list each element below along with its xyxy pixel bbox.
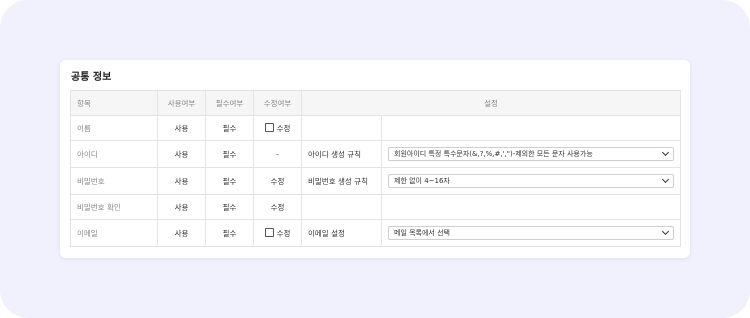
required-value: 필수 [205,194,254,220]
checkbox-unchecked-icon[interactable] [264,227,274,237]
item-label: 비밀번호 [70,167,158,195]
section-title: 공통 정보 [71,72,112,83]
required-value: 필수 [205,115,254,141]
header-item: 항목 [70,90,158,116]
header-required: 필수여부 [205,90,254,116]
edit-value: 수정 [253,194,302,220]
setting-label: 이메일 설정 [301,219,382,247]
required-value: 필수 [205,219,254,247]
edit-checkbox-label: 수정 [276,228,291,238]
password-rule-select-value: 제한 없이 4~16자 [394,177,450,185]
setting-label [301,194,382,220]
checkbox-unchecked-icon[interactable] [264,122,274,132]
email-setting-select[interactable]: 메일 목록에서 선택 [388,226,674,240]
edit-checkbox-label: 수정 [276,123,291,133]
edit-value: 수정 [253,167,302,195]
header-setting: 설정 [301,90,681,116]
use-value: 사용 [157,115,206,141]
setting-cell: 회원아이디 특정 특수문자(&,?,%,#,',")-제외한 모든 문자 사용가… [381,140,681,168]
chevron-down-icon [661,148,670,157]
item-label: 이메일 [70,219,158,247]
item-label: 비밀번호 확인 [70,194,158,220]
chevron-down-icon [661,175,670,184]
setting-cell: 메일 목록에서 선택 [381,219,681,247]
setting-value [381,115,681,141]
table-header-row: 항목 사용여부 필수여부 수정여부 설정 [70,90,681,116]
setting-value [381,194,681,220]
use-value: 사용 [157,194,206,220]
setting-cell: 제한 없이 4~16자 [381,167,681,195]
setting-label: 아이디 생성 규칙 [301,140,382,168]
common-info-table: 항목 사용여부 필수여부 수정여부 설정 이름 사용 필수 수정 아이디 사용 … [70,90,681,247]
item-label: 이름 [70,115,158,141]
setting-label [301,115,382,141]
page-background: 공통 정보 항목 사용여부 필수여부 수정여부 설정 이름 사용 필수 수정 아… [0,0,750,318]
use-value: 사용 [157,140,206,168]
use-value: 사용 [157,167,206,195]
edit-value: - [253,140,302,168]
edit-checkbox-cell[interactable]: 수정 [253,219,302,247]
table-row-password: 비밀번호 사용 필수 수정 비밀번호 생성 규칙 제한 없이 4~16자 [70,167,681,195]
password-rule-select[interactable]: 제한 없이 4~16자 [388,174,674,188]
common-info-card: 공통 정보 항목 사용여부 필수여부 수정여부 설정 이름 사용 필수 수정 아… [60,60,690,258]
required-value: 필수 [205,167,254,195]
chevron-down-icon [661,227,670,236]
edit-checkbox-cell[interactable]: 수정 [253,115,302,141]
header-use: 사용여부 [157,90,206,116]
required-value: 필수 [205,140,254,168]
id-rule-select[interactable]: 회원아이디 특정 특수문자(&,?,%,#,',")-제외한 모든 문자 사용가… [388,147,674,161]
table-row-id: 아이디 사용 필수 - 아이디 생성 규칙 회원아이디 특정 특수문자(&,?,… [70,140,681,168]
table-row-name: 이름 사용 필수 수정 [70,115,681,141]
email-setting-select-value: 메일 목록에서 선택 [394,229,450,237]
item-label: 아이디 [70,140,158,168]
use-value: 사용 [157,219,206,247]
id-rule-select-value: 회원아이디 특정 특수문자(&,?,%,#,',")-제외한 모든 문자 사용가… [394,150,593,158]
table-row-email: 이메일 사용 필수 수정 이메일 설정 메일 목록에서 선택 [70,219,681,247]
table-row-password-confirm: 비밀번호 확인 사용 필수 수정 [70,194,681,220]
header-edit: 수정여부 [253,90,302,116]
setting-label: 비밀번호 생성 규칙 [301,167,382,195]
